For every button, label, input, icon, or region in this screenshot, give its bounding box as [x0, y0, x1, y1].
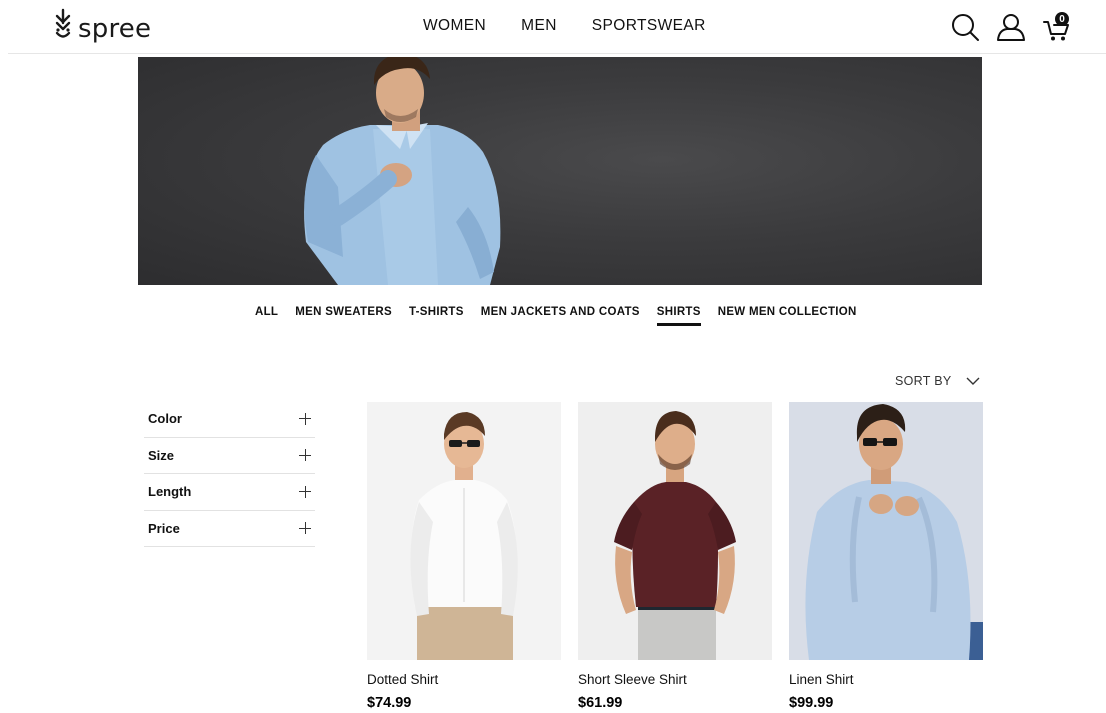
tab-shirts[interactable]: SHIRTS	[656, 306, 701, 326]
filter-price[interactable]: Price	[144, 511, 315, 547]
product-price: $99.99	[789, 695, 834, 711]
search-icon	[952, 14, 979, 41]
product-card[interactable]: Linen Shirt $99.99	[789, 402, 983, 711]
nav-item-women[interactable]: WOMEN	[423, 17, 486, 35]
sort-by-dropdown[interactable]: SORT BY	[895, 374, 980, 388]
user-icon	[997, 14, 1025, 41]
nav-item-men[interactable]: MEN	[521, 17, 557, 35]
sort-by-label: SORT BY	[895, 374, 952, 388]
product-image[interactable]	[789, 402, 983, 660]
plus-icon	[299, 522, 311, 535]
hero-model-image	[304, 57, 501, 285]
category-tabs: ALL MEN SWEATERS T-SHIRTS MEN JACKETS AN…	[255, 306, 857, 326]
filter-length[interactable]: Length	[144, 474, 315, 511]
product-image[interactable]	[578, 402, 772, 660]
filter-label: Length	[148, 484, 192, 500]
tab-all[interactable]: ALL	[255, 306, 278, 326]
hero-banner	[138, 57, 982, 285]
product-price: $74.99	[367, 695, 412, 711]
product-name[interactable]: Dotted Shirt	[367, 672, 561, 687]
site-header: spree WOMEN MEN SPORTSWEAR 0	[0, 0, 1106, 54]
tab-men-sweaters[interactable]: MEN SWEATERS	[295, 306, 392, 326]
filter-label: Color	[148, 411, 182, 427]
tab-t-shirts[interactable]: T-SHIRTS	[409, 306, 464, 326]
spree-logo-icon	[55, 8, 71, 38]
product-name[interactable]: Short Sleeve Shirt	[578, 672, 772, 687]
filter-color[interactable]: Color	[144, 401, 315, 438]
tab-new-men-collection[interactable]: NEW MEN COLLECTION	[718, 306, 857, 326]
cart-count-badge: 0	[1055, 12, 1069, 26]
nav-item-sportswear[interactable]: SPORTSWEAR	[592, 17, 706, 35]
product-grid: Dotted Shirt $74.99 Short Sleeve Shirt $…	[367, 402, 983, 711]
chevron-down-icon	[966, 377, 980, 385]
filter-label: Size	[148, 447, 175, 463]
main-nav: WOMEN MEN SPORTSWEAR	[423, 17, 706, 35]
filter-sidebar: Color Size Length Price	[144, 401, 315, 547]
filter-size[interactable]: Size	[144, 438, 315, 474]
account-button[interactable]	[996, 12, 1026, 42]
logo[interactable]: spree	[52, 8, 151, 44]
tab-men-jackets-and-coats[interactable]: MEN JACKETS AND COATS	[481, 306, 640, 326]
plus-icon	[299, 449, 311, 462]
search-button[interactable]	[950, 12, 980, 42]
cart-button[interactable]: 0	[1042, 12, 1072, 43]
filter-label: Price	[148, 520, 180, 536]
product-image[interactable]	[367, 402, 561, 660]
product-price: $61.99	[578, 695, 623, 711]
logo-text: spree	[78, 14, 152, 44]
plus-icon	[299, 485, 311, 498]
plus-icon	[299, 412, 311, 425]
product-name[interactable]: Linen Shirt	[789, 672, 983, 687]
product-card[interactable]: Dotted Shirt $74.99	[367, 402, 561, 711]
header-divider	[8, 53, 1106, 54]
product-card[interactable]: Short Sleeve Shirt $61.99	[578, 402, 772, 711]
